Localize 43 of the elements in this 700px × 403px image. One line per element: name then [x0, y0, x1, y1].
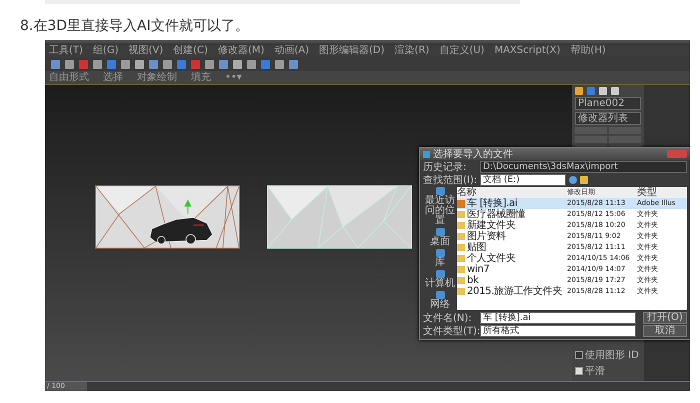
- menu-item[interactable]: MAXScript(X): [494, 45, 560, 57]
- menu-item[interactable]: 帮助(H): [570, 45, 606, 57]
- option-checkbox[interactable]: 使用图形 ID: [575, 348, 641, 362]
- field-label: 文件类型(T):: [423, 324, 477, 338]
- column-header[interactable]: 名称: [457, 187, 567, 198]
- file-name-field[interactable]: 车 [转换].ai: [480, 312, 636, 324]
- modifier-list-dropdown[interactable]: 修改器列表: [575, 112, 641, 125]
- look-in-dropdown[interactable]: 文档 (E:): [480, 174, 566, 186]
- place-item[interactable]: 计算机: [423, 270, 457, 289]
- ribbon-tab[interactable]: ••▾: [225, 71, 242, 84]
- menu-item[interactable]: 视图(V): [128, 45, 164, 57]
- menu-item[interactable]: 图形编辑器(D): [319, 45, 385, 57]
- folder-icon[interactable]: [580, 176, 588, 184]
- place-item[interactable]: 最近访问的位置: [423, 187, 457, 226]
- place-item[interactable]: 桌面: [423, 228, 457, 247]
- place-item[interactable]: 库: [423, 249, 457, 268]
- column-header[interactable]: 类型: [637, 187, 687, 198]
- menu-item[interactable]: 修改器(M): [218, 45, 264, 57]
- place-item[interactable]: 网络: [423, 291, 457, 310]
- step-heading: 8.在3D里直接导入AI文件就可以了。: [19, 17, 250, 36]
- menu-item[interactable]: 组(G): [92, 45, 118, 57]
- file-icon: [457, 200, 465, 208]
- open-button[interactable]: 打开(O): [643, 312, 687, 324]
- navigation-icon[interactable]: [569, 176, 577, 184]
- dialog-title: 选择要导入的文件: [433, 148, 513, 161]
- cancel-button[interactable]: 取消: [643, 324, 687, 336]
- option-checkbox[interactable]: 平滑: [575, 364, 641, 378]
- menu-item[interactable]: 工具(T): [49, 45, 83, 57]
- app-icon: [423, 150, 430, 158]
- file-type-dropdown[interactable]: 所有格式: [480, 324, 636, 336]
- ribbon-tab[interactable]: 选择: [103, 71, 123, 84]
- ribbon-tab[interactable]: 对象绘制: [137, 71, 177, 84]
- field-label: 查找范围(I):: [423, 174, 477, 186]
- menu-item[interactable]: 动画(A): [274, 45, 310, 57]
- history-dropdown[interactable]: D:\Documents\3dsMax\import: [480, 160, 687, 172]
- object-name-field[interactable]: Plane002: [575, 97, 641, 110]
- ribbon-tab[interactable]: 自由形式: [49, 71, 89, 84]
- menu-item[interactable]: 创建(C): [173, 45, 208, 57]
- ribbon-tab[interactable]: 填充: [191, 71, 211, 84]
- menu-item[interactable]: 自定义(U): [439, 45, 484, 57]
- menu-item[interactable]: 渲染(R): [394, 45, 430, 57]
- field-label: 历史记录:: [423, 160, 468, 174]
- field-label: 文件名(N):: [423, 312, 473, 324]
